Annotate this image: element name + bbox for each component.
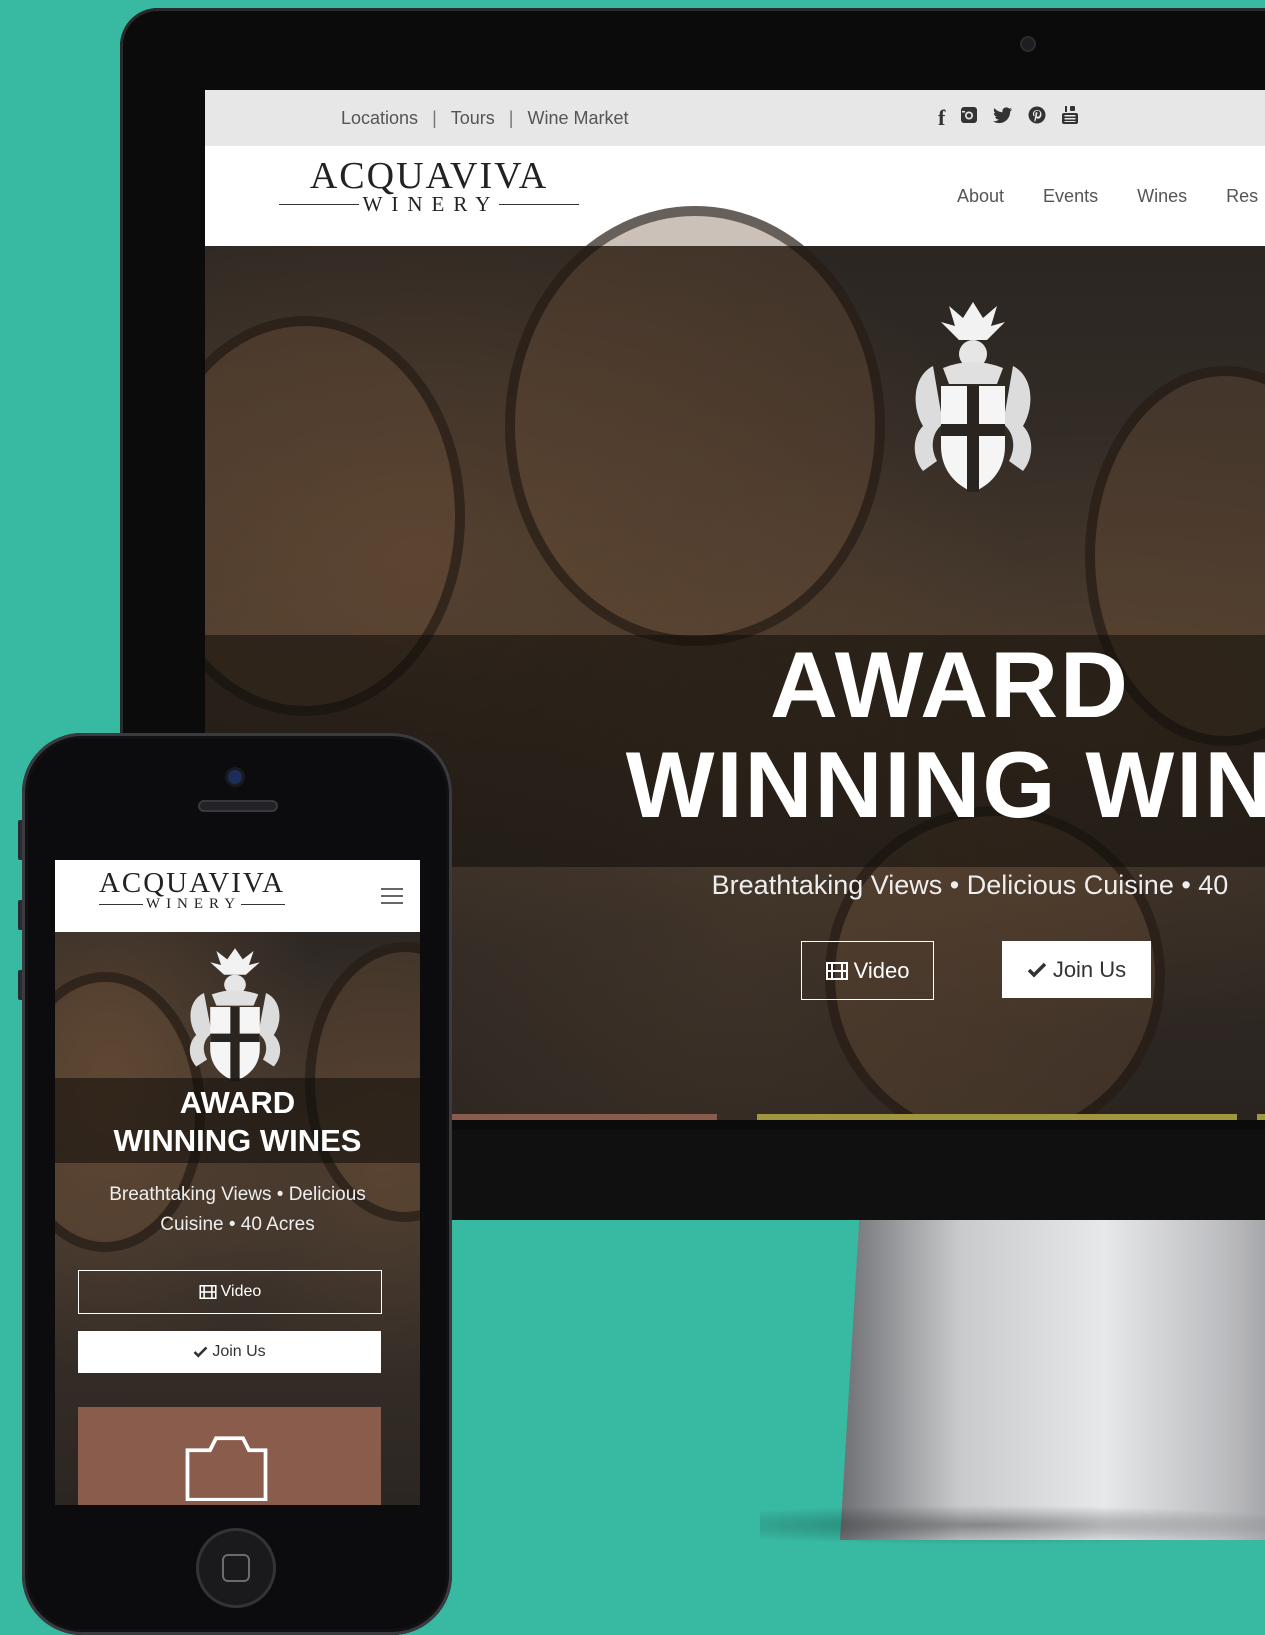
film-icon	[199, 1285, 217, 1299]
gallery-tile[interactable]	[432, 1114, 717, 1120]
nav-menu: About Events Wines Res	[957, 146, 1258, 246]
utility-links: Locations | Tours | Wine Market	[341, 90, 628, 146]
locations-link[interactable]: Locations	[341, 108, 418, 129]
mobile-logo-winery-text: WINERY	[145, 896, 242, 912]
hero-headline-line1: AWARD	[770, 632, 1130, 737]
camera-icon	[183, 1431, 273, 1505]
mobile-gallery-tile[interactable]	[78, 1407, 381, 1505]
monitor-stand	[840, 1220, 1265, 1540]
video-button-label: Video	[853, 957, 910, 983]
mobile-join-us-button[interactable]: Join Us	[78, 1331, 381, 1373]
barrel-shape	[505, 206, 885, 646]
front-camera-icon	[228, 770, 242, 784]
tours-link[interactable]: Tours	[451, 108, 495, 129]
weddings-tile[interactable]	[757, 1114, 1237, 1120]
mobile-screen: ACQUAVIVA WINERY AWARD WINNING WINES Bre…	[55, 860, 420, 1505]
check-icon	[1027, 962, 1047, 978]
social-links: f	[938, 90, 1079, 146]
winery-logo[interactable]: ACQUAVIVA WINERY	[269, 156, 589, 217]
wine-market-link[interactable]: Wine Market	[527, 108, 628, 129]
mobile-winery-logo[interactable]: ACQUAVIVA WINERY	[77, 868, 307, 913]
mobile-headline-line2: WINNING WINES	[113, 1123, 362, 1158]
nav-res[interactable]: Res	[1226, 186, 1258, 207]
mobile-crest-icon	[173, 944, 297, 1084]
separator: |	[432, 107, 437, 128]
mobile-headline-line1: AWARD	[179, 1085, 296, 1120]
phone-speaker	[198, 800, 278, 812]
youtube-icon[interactable]	[1061, 105, 1079, 131]
monitor-chin	[440, 1130, 1265, 1220]
webcam-icon	[1022, 38, 1034, 50]
home-square-icon	[222, 1554, 250, 1582]
mobile-video-button-label: Video	[220, 1283, 262, 1300]
video-button[interactable]: Video	[801, 941, 934, 1000]
instagram-icon[interactable]	[960, 106, 978, 130]
mobile-join-us-button-label: Join Us	[212, 1343, 266, 1360]
hamburger-menu-icon[interactable]	[381, 888, 403, 904]
twitter-icon[interactable]	[993, 106, 1013, 130]
crest-icon	[893, 296, 1053, 496]
mobile-hero-subline: Breathtaking Views • Delicious Cuisine •…	[109, 1184, 366, 1235]
logo-winery-text: WINERY	[362, 192, 500, 216]
nav-wines[interactable]: Wines	[1137, 186, 1187, 207]
nav-about[interactable]: About	[957, 186, 1004, 207]
check-icon	[193, 1346, 208, 1358]
film-icon	[825, 961, 848, 980]
pinterest-icon[interactable]	[1028, 106, 1046, 130]
next-tile[interactable]	[1257, 1114, 1265, 1120]
mobile-logo-wordmark: ACQUAVIVA	[98, 867, 286, 899]
facebook-icon[interactable]: f	[938, 105, 945, 131]
nav-events[interactable]: Events	[1043, 186, 1098, 207]
join-us-button-label: Join Us	[1052, 956, 1127, 982]
separator: |	[508, 107, 514, 128]
mobile-video-button[interactable]: Video	[78, 1270, 382, 1314]
logo-wordmark: ACQUAVIVA	[309, 155, 549, 197]
stand-shadow	[760, 1505, 1265, 1545]
join-us-button[interactable]: Join Us	[1002, 941, 1151, 998]
